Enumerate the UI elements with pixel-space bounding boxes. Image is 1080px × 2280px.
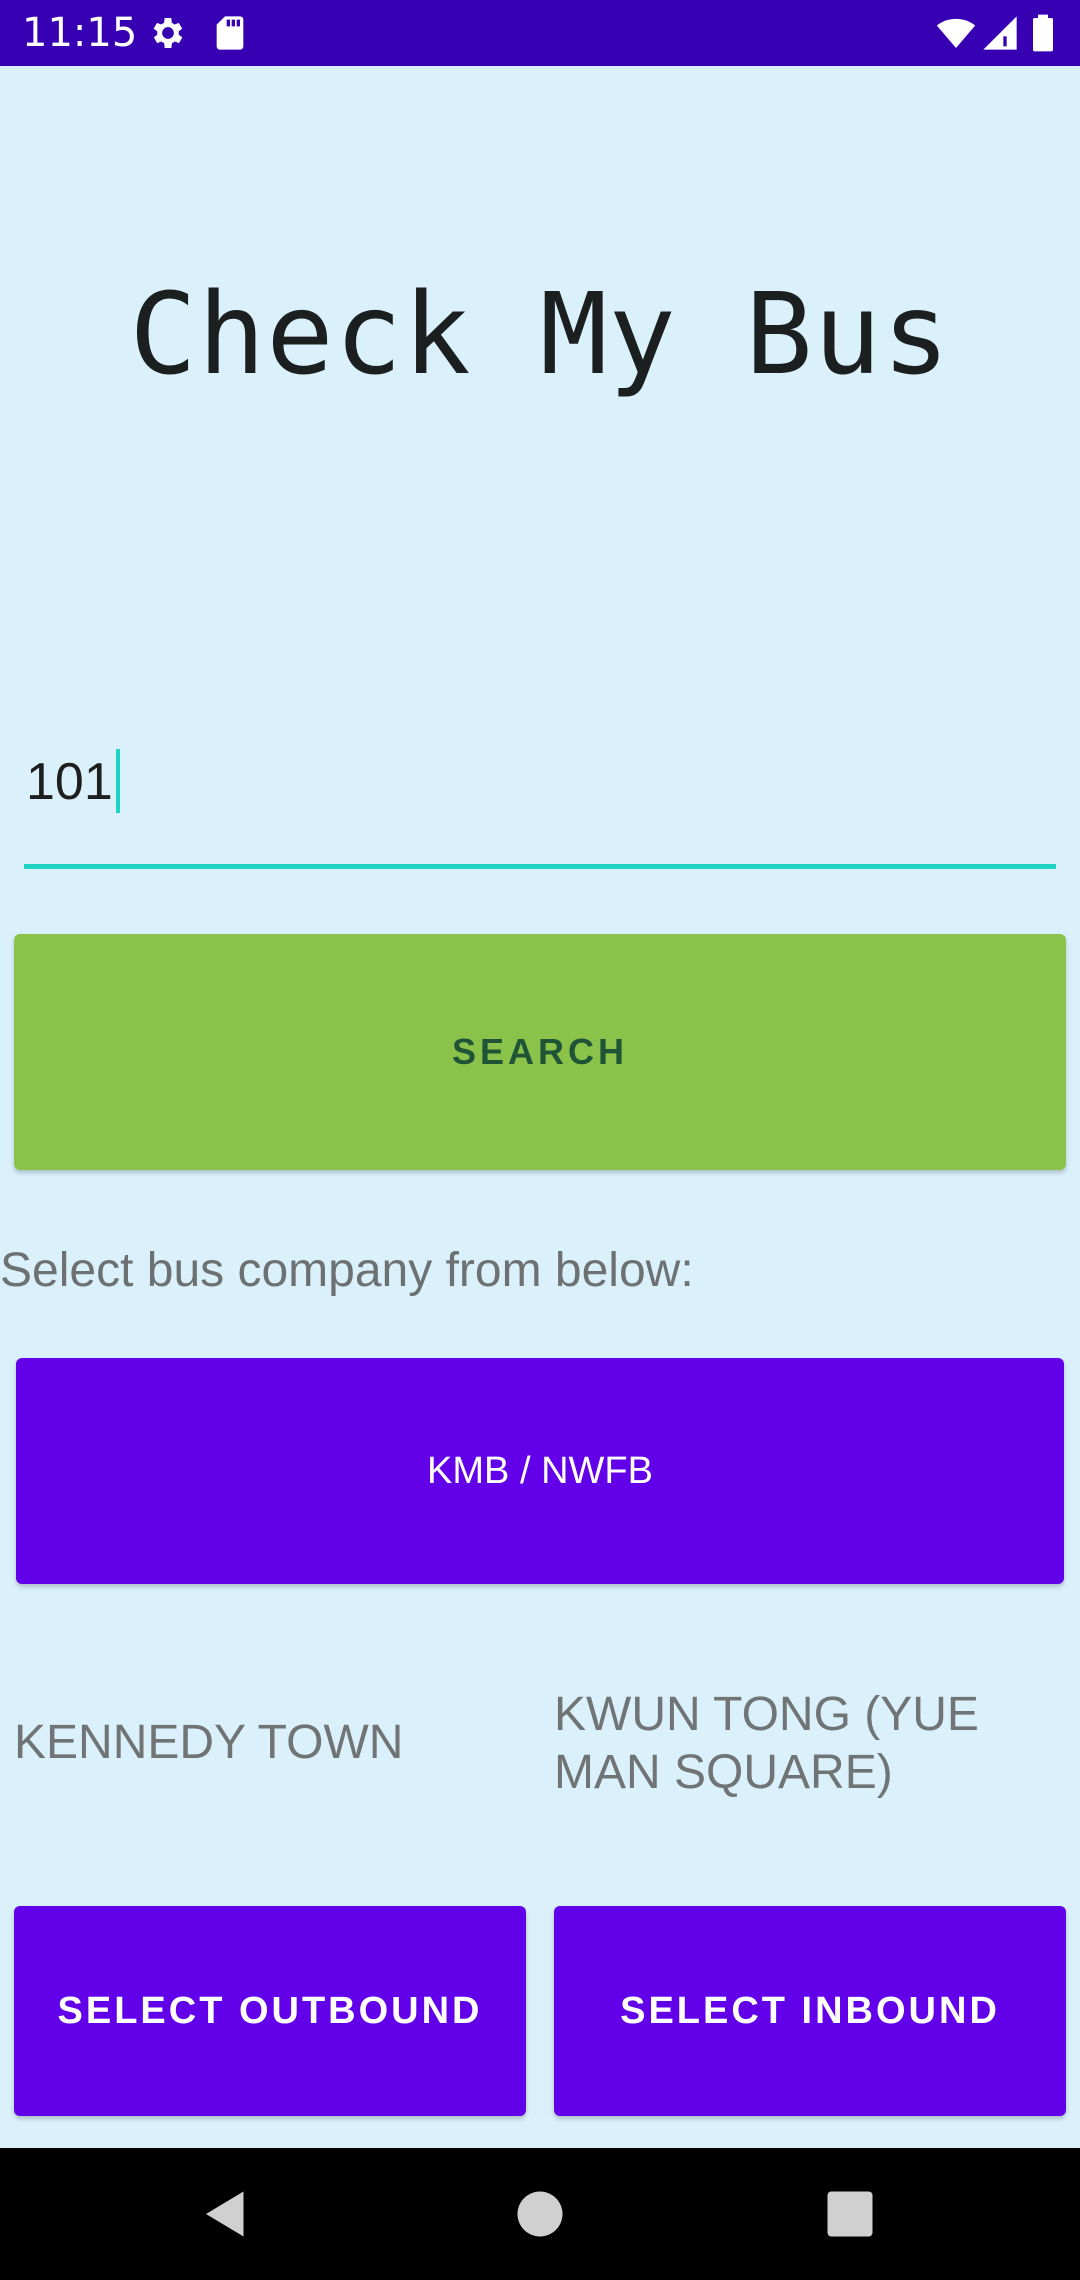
home-icon[interactable]	[510, 2184, 570, 2244]
search-button[interactable]: SEARCH	[14, 934, 1066, 1170]
route-input-text[interactable]: 101	[26, 753, 113, 811]
select-inbound-button[interactable]: SELECT INBOUND	[554, 1906, 1066, 2116]
outbound-destination: KENNEDY TOWN	[14, 1716, 404, 1769]
app-title: Check My Bus	[129, 270, 951, 400]
signal-icon	[980, 13, 1020, 53]
settings-icon	[148, 13, 188, 53]
navigation-bar	[0, 2148, 1080, 2280]
recents-icon[interactable]	[820, 2184, 880, 2244]
back-icon[interactable]	[196, 2184, 256, 2244]
select-outbound-button[interactable]: SELECT OUTBOUND	[14, 1906, 526, 2116]
route-input-value[interactable]: 101	[26, 749, 120, 817]
status-bar: 11:15	[0, 0, 1080, 66]
sd-card-icon	[210, 13, 250, 53]
status-time: 11:15	[22, 10, 138, 56]
wifi-icon	[936, 13, 976, 53]
route-input-field[interactable]: 101	[24, 700, 1056, 870]
inbound-destination: KWUN TONG (YUE MAN SQUARE)	[554, 1688, 979, 1799]
text-cursor	[115, 749, 120, 814]
battery-icon	[1028, 13, 1058, 53]
bus-company-button[interactable]: KMB / NWFB	[16, 1358, 1064, 1584]
company-prompt: Select bus company from below:	[0, 1244, 694, 1297]
input-underline	[24, 864, 1056, 869]
